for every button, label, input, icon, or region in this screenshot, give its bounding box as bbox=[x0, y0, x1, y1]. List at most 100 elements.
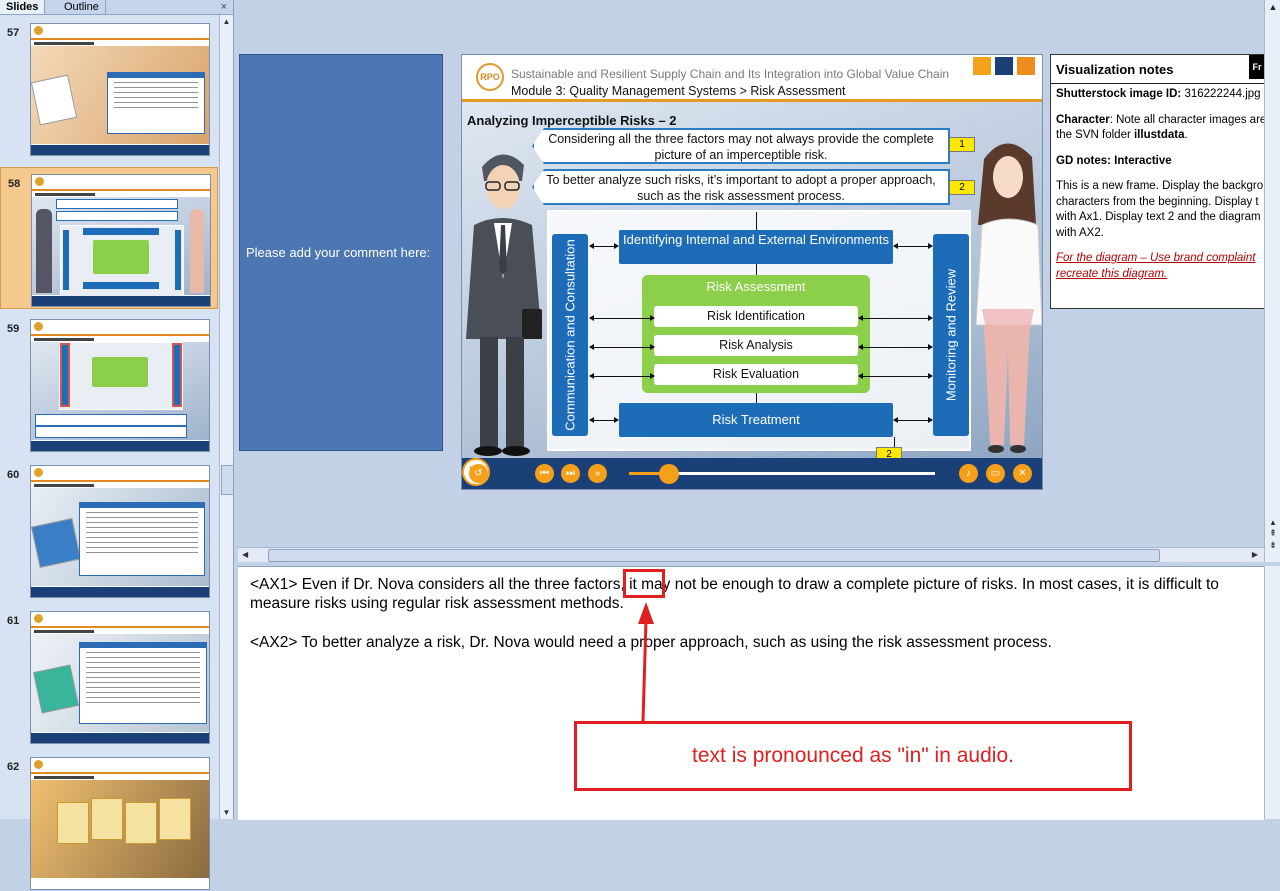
slides-scrollbar[interactable]: ▲ ▼ bbox=[219, 15, 234, 819]
accent-square bbox=[973, 57, 991, 75]
risk-assessment-box: Risk Assessment Risk Identification Risk… bbox=[642, 275, 870, 393]
viz-notes-body: Shutterstock image ID: 316222244.jpg Cha… bbox=[1056, 88, 1266, 280]
slide-header: RPO Sustainable and Resilient Supply Cha… bbox=[462, 55, 1042, 102]
slide-thumbnail[interactable]: 61 bbox=[0, 605, 216, 745]
slide-preview bbox=[31, 174, 211, 307]
slide-scrollbar[interactable]: ▲ ▴ ⇞ ⇟ bbox=[1264, 0, 1280, 562]
connector-arrow bbox=[589, 315, 655, 321]
risk-treatment-box: Risk Treatment bbox=[619, 403, 893, 437]
tab-outline[interactable]: Outline bbox=[58, 0, 106, 14]
slide-thumbnail[interactable]: 57 bbox=[0, 17, 216, 157]
scroll-up-icon[interactable]: ▲ bbox=[220, 15, 233, 28]
notes-ax2[interactable]: <AX2> To better analyze a risk, Dr. Nova… bbox=[250, 633, 1255, 652]
module-breadcrumb: Module 3: Quality Management Systems > R… bbox=[511, 84, 846, 98]
connector-arrow bbox=[858, 373, 933, 379]
rpo-logo: RPO bbox=[476, 63, 504, 91]
seek-bar[interactable] bbox=[629, 464, 935, 484]
accent-square bbox=[1017, 57, 1035, 75]
horizontal-scrollbar[interactable]: ◀ ▶ bbox=[238, 547, 1264, 562]
risk-identification-box: Risk Identification bbox=[654, 306, 858, 327]
course-title: Sustainable and Resilient Supply Chain a… bbox=[511, 67, 950, 81]
slide-thumbnail[interactable]: 59 bbox=[0, 313, 216, 453]
volume-icon[interactable]: ♪ bbox=[959, 464, 978, 483]
slide-thumbnail-selected[interactable]: 58 bbox=[0, 167, 218, 309]
connector-arrow bbox=[589, 373, 655, 379]
replay-icon[interactable]: ↺ bbox=[469, 464, 488, 483]
comment-prompt: Please add your comment here: bbox=[246, 245, 431, 260]
frame-note-line: with AX2. bbox=[1056, 226, 1104, 239]
number-tag: 2 bbox=[949, 180, 975, 195]
scrollbar-thumb[interactable] bbox=[268, 549, 1160, 562]
slide-number: 57 bbox=[7, 27, 20, 39]
frame-note-line: with Ax1. Display text 2 and the diagram bbox=[1056, 211, 1261, 223]
next-icon[interactable]: ⏭ bbox=[561, 464, 580, 483]
risk-evaluation-box: Risk Evaluation bbox=[654, 364, 858, 385]
connector-line bbox=[756, 393, 757, 403]
slide-preview bbox=[30, 23, 210, 156]
connector-line bbox=[756, 212, 757, 230]
annotation-callout: text is pronounced as "in" in audio. bbox=[574, 721, 1132, 791]
seek-handle[interactable] bbox=[658, 464, 679, 484]
scroll-left-icon[interactable]: ◀ bbox=[242, 548, 248, 562]
comment-box[interactable]: Please add your comment here: bbox=[239, 54, 443, 451]
monitoring-box: Monitoring and Review bbox=[933, 234, 969, 436]
slide-number: 61 bbox=[7, 615, 20, 627]
slide-thumbnail[interactable]: 60 bbox=[0, 459, 216, 599]
character-folder: illustdata bbox=[1133, 129, 1185, 141]
tab-slides[interactable]: Slides bbox=[0, 0, 46, 14]
identify-environments-box: Identifying Internal and External Enviro… bbox=[619, 230, 893, 264]
connector-arrow bbox=[893, 417, 933, 423]
scroll-right-icon[interactable]: ▶ bbox=[1252, 548, 1258, 562]
frame-note-line: characters from the beginning. Display t bbox=[1056, 195, 1259, 208]
pane-tabs: Slides Outline × bbox=[0, 0, 233, 15]
scroll-up-icon[interactable]: ▴ bbox=[1267, 517, 1279, 528]
slide-number: 60 bbox=[7, 469, 20, 481]
previous-slide-icon[interactable]: ⇞ bbox=[1267, 528, 1279, 539]
number-tag: 1 bbox=[949, 137, 975, 152]
divider bbox=[1051, 83, 1265, 84]
notes-scrollbar[interactable] bbox=[1264, 566, 1280, 819]
notes-ax1[interactable]: <AX1> Even if Dr. Nova considers all the… bbox=[250, 575, 1255, 613]
player-controls: ↺ ▶ ⏮ ⏭ » ♪ ▭ ✕ bbox=[462, 458, 1042, 489]
slide-thumbnail[interactable]: 62 bbox=[0, 751, 216, 891]
connector-arrow bbox=[589, 344, 655, 350]
visualization-notes[interactable]: Visualization notes Fr Shutterstock imag… bbox=[1050, 54, 1266, 309]
previous-icon[interactable]: ⏮ bbox=[535, 464, 554, 483]
close-icon[interactable]: ✕ bbox=[1013, 464, 1032, 483]
slide-title: Analyzing Imperceptible Risks – 2 bbox=[467, 113, 677, 128]
diagram-note-line: For the diagram – Use brand complaint bbox=[1056, 252, 1256, 264]
risk-assessment-title: Risk Assessment bbox=[706, 279, 806, 294]
slide-number: 58 bbox=[8, 178, 21, 190]
slide-preview bbox=[30, 465, 210, 598]
next-slide-icon[interactable]: ⇟ bbox=[1267, 540, 1279, 551]
scroll-down-icon[interactable]: ▼ bbox=[220, 806, 233, 819]
image-id-label: Shutterstock image ID: bbox=[1056, 88, 1182, 100]
risk-analysis-box: Risk Analysis bbox=[654, 335, 858, 356]
highlight-box bbox=[623, 569, 665, 598]
character-note-2: the SVN folder bbox=[1056, 129, 1134, 141]
accent-square bbox=[995, 57, 1013, 75]
fast-forward-icon[interactable]: » bbox=[588, 464, 607, 483]
viz-fr-tag: Fr bbox=[1249, 55, 1265, 79]
slide-number: 59 bbox=[7, 323, 20, 335]
connector-arrow bbox=[589, 243, 619, 249]
diagram-note-line: recreate this diagram. bbox=[1056, 267, 1168, 280]
slide-view: Please add your comment here: RPO Sustai… bbox=[234, 0, 1266, 545]
callout-text-2: To better analyze such risks, it’s impor… bbox=[532, 169, 950, 205]
slide-number: 62 bbox=[7, 761, 20, 773]
close-pane-icon[interactable]: × bbox=[221, 0, 227, 14]
caption-icon[interactable]: ▭ bbox=[986, 464, 1005, 483]
slide-canvas[interactable]: RPO Sustainable and Resilient Supply Cha… bbox=[461, 54, 1043, 490]
communication-box: Communication and Consultation bbox=[552, 234, 588, 436]
woman-character bbox=[975, 143, 1042, 453]
scroll-up-icon[interactable]: ▲ bbox=[1267, 2, 1279, 13]
risk-process-diagram: Communication and Consultation Monitorin… bbox=[547, 210, 971, 451]
connector-arrow bbox=[589, 417, 619, 423]
slides-pane: Slides Outline × 57 58 59 60 61 62 ▲ ▼ bbox=[0, 0, 234, 890]
connector-line bbox=[756, 264, 757, 275]
image-id: 316222244.jpg bbox=[1184, 88, 1261, 100]
slide-preview bbox=[30, 319, 210, 452]
gd-notes-label: GD notes: Interactive bbox=[1056, 154, 1172, 167]
scrollbar-thumb[interactable] bbox=[221, 465, 234, 495]
frame-note-line: This is a new frame. Display the backgro bbox=[1056, 180, 1264, 192]
